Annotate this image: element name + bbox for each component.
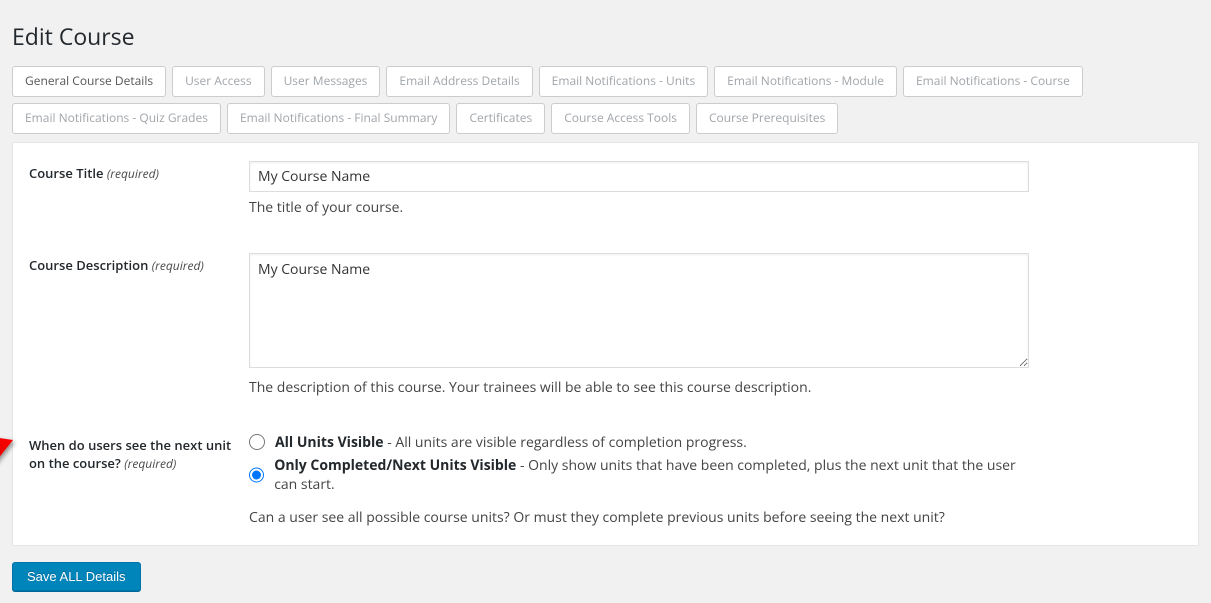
- unit-visibility-label: When do users see the next unit on the c…: [29, 436, 231, 472]
- tab-course-access-tools[interactable]: Course Access Tools: [551, 103, 690, 134]
- tabs-row-1: General Course Details User Access User …: [12, 66, 1199, 97]
- tabs-row-2: Email Notifications - Quiz Grades Email …: [12, 103, 1199, 134]
- course-description-help: The description of this course. Your tra…: [249, 378, 1039, 397]
- course-title-help: The title of your course.: [249, 198, 1039, 217]
- tab-email-notifications-module[interactable]: Email Notifications - Module: [714, 66, 897, 97]
- radio-all-units-input[interactable]: [249, 434, 265, 450]
- tab-email-notifications-units[interactable]: Email Notifications - Units: [539, 66, 709, 97]
- form-panel: Course Title (required) The title of you…: [12, 142, 1199, 546]
- radio-only-completed-input[interactable]: [249, 467, 264, 483]
- course-title-input[interactable]: [249, 161, 1029, 192]
- page-title: Edit Course: [12, 20, 1199, 52]
- row-course-description: Course Description (required) My Course …: [13, 235, 1198, 415]
- row-unit-visibility: When do users see the next unit on the c…: [13, 415, 1198, 545]
- radio-only-completed-next[interactable]: Only Completed/Next Units Visible - Only…: [249, 456, 1039, 494]
- radio-only-completed-label: Only Completed/Next Units Visible - Only…: [274, 456, 1039, 494]
- tab-certificates[interactable]: Certificates: [456, 103, 545, 134]
- tab-course-prerequisites[interactable]: Course Prerequisites: [696, 103, 838, 134]
- course-description-textarea[interactable]: My Course Name: [249, 253, 1029, 368]
- unit-visibility-help: Can a user see all possible course units…: [249, 508, 1039, 527]
- course-description-label: Course Description (required): [29, 256, 204, 274]
- course-title-label: Course Title (required): [29, 164, 159, 182]
- row-course-title: Course Title (required) The title of you…: [13, 143, 1198, 235]
- radio-all-units-visible[interactable]: All Units Visible - All units are visibl…: [249, 433, 1039, 452]
- tab-email-notifications-quiz-grades[interactable]: Email Notifications - Quiz Grades: [12, 103, 221, 134]
- radio-all-units-label: All Units Visible - All units are visibl…: [275, 433, 747, 452]
- tab-email-address-details[interactable]: Email Address Details: [386, 66, 532, 97]
- annotation-arrow-icon: [0, 425, 23, 505]
- tab-general-course-details[interactable]: General Course Details: [12, 66, 166, 97]
- tab-user-messages[interactable]: User Messages: [271, 66, 381, 97]
- tab-email-notifications-final-summary[interactable]: Email Notifications - Final Summary: [227, 103, 451, 134]
- tab-email-notifications-course[interactable]: Email Notifications - Course: [903, 66, 1083, 97]
- tab-user-access[interactable]: User Access: [172, 66, 265, 97]
- save-all-details-button[interactable]: Save ALL Details: [12, 562, 141, 591]
